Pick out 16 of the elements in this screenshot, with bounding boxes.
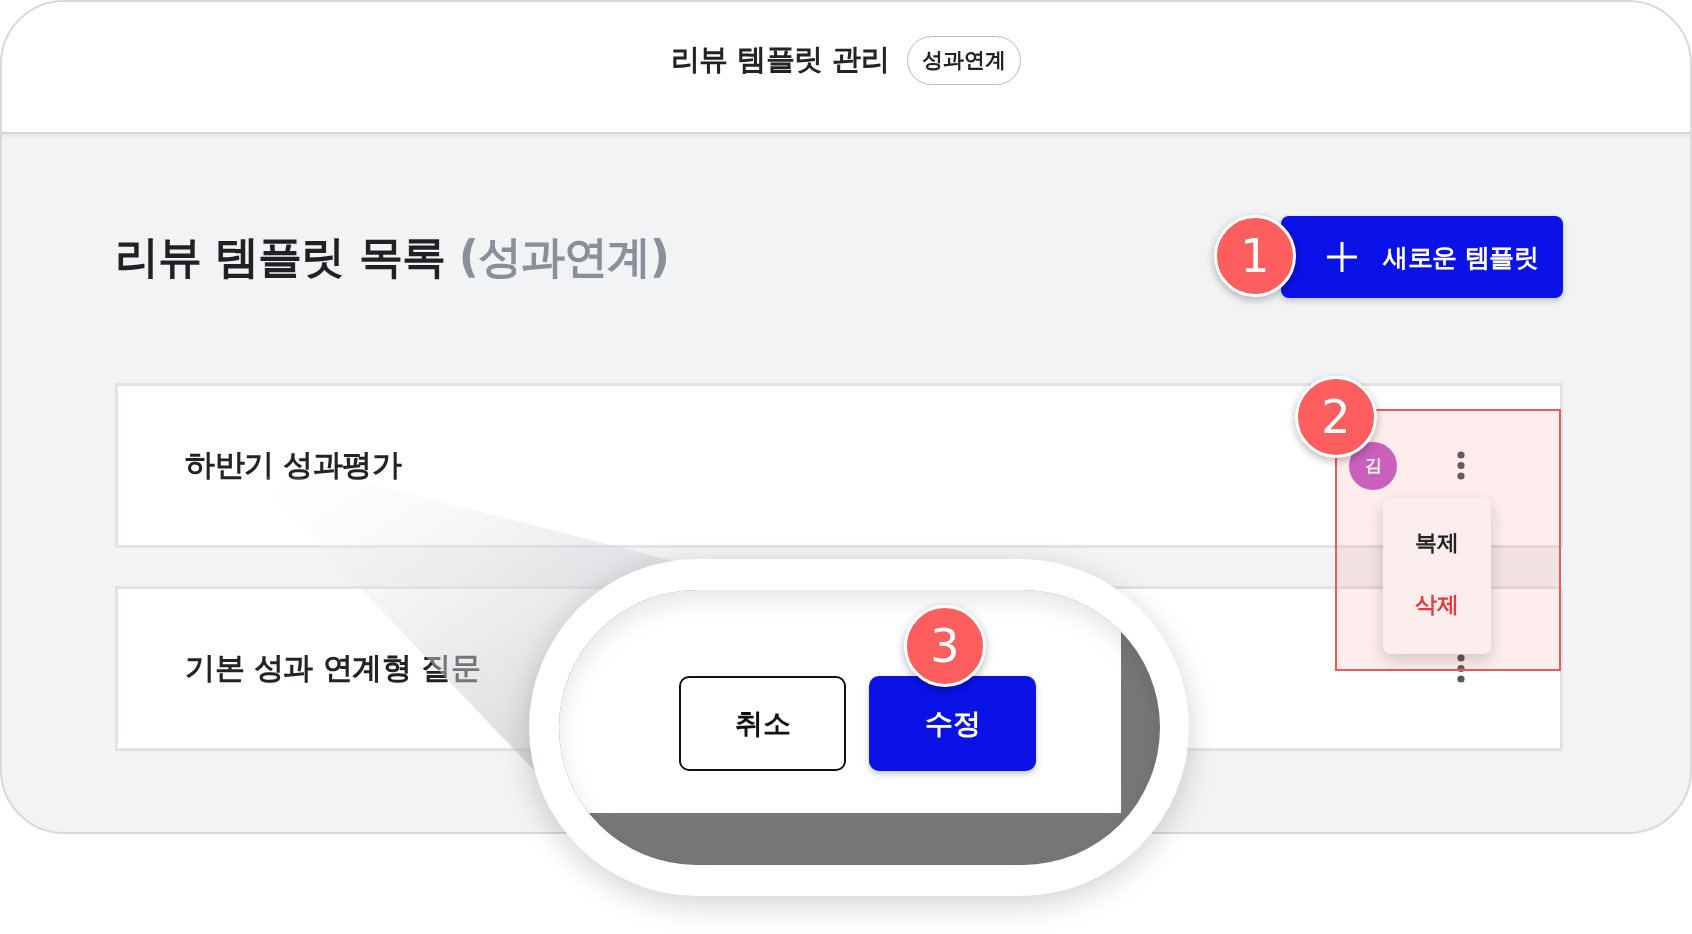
new-template-button[interactable]: 새로운 템플릿 (1281, 216, 1563, 298)
step-marker: 2 (1295, 376, 1377, 458)
category-tag: 성과연계 (907, 35, 1022, 85)
cancel-button[interactable]: 취소 (679, 676, 846, 771)
avatar: 김 (1349, 441, 1397, 490)
window-title: 리뷰 템플릿 관리 (670, 41, 890, 78)
page-heading: 리뷰 템플릿 목록 (115, 229, 445, 284)
kebab-menu-icon[interactable] (1457, 451, 1465, 480)
menu-item[interactable]: 복제 (1383, 512, 1491, 574)
plus-icon (1327, 242, 1357, 272)
step-marker: 1 (1214, 215, 1296, 297)
template-title: 하반기 성과평가 (185, 446, 402, 484)
menu-item[interactable]: 삭제 (1383, 574, 1491, 636)
kebab-menu-icon[interactable] (1457, 654, 1465, 683)
heading-tag: (성과연계) (458, 227, 669, 287)
save-button[interactable]: 수정 (869, 676, 1036, 771)
